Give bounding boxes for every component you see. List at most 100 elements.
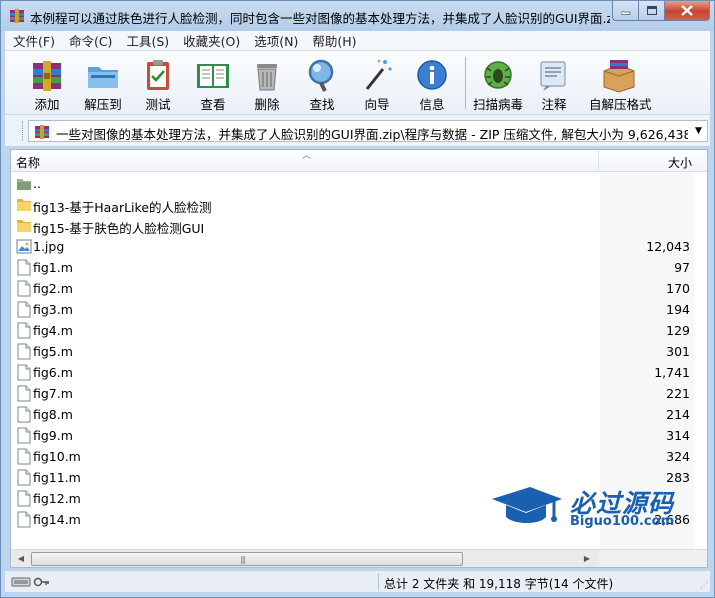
test-clipboard-icon [147,60,169,90]
extract-to-button[interactable]: 解压到 [75,55,131,113]
file-size: 194 [666,302,690,317]
column-name-header[interactable]: 名称 ︿ [11,150,599,172]
view-button[interactable]: 查看 [185,55,241,113]
wizard-label: 向导 [364,97,390,112]
resize-grip-icon[interactable]: ⋰ [700,581,708,590]
sfx-button[interactable]: 自解压格式 [589,55,652,113]
title-bar[interactable]: 本例程可以通过肤色进行人脸检测，同时包含一些对图像的基本处理方法，并集成了人脸识… [1,1,714,31]
file-name: fig8.m [33,407,73,422]
file-size: 1,741 [654,365,690,380]
test-label: 测试 [145,97,171,112]
parent-folder-icon [16,175,32,192]
file-icon [16,364,32,381]
menu-help[interactable]: 帮助(H) [304,31,362,50]
extract-to-label: 解压到 [84,97,122,112]
winrar-archive-icon [10,9,24,23]
file-row[interactable]: fig13-基于HaarLike的人脸检测 [11,194,707,215]
file-icon [16,448,32,465]
file-size: 324 [666,449,690,464]
file-row[interactable]: fig2.m 170 [11,278,707,299]
file-size: 301 [666,344,690,359]
delete-button[interactable]: 删除 [239,55,295,113]
file-icon [16,406,32,423]
file-size: 129 [666,323,690,338]
winrar-window: 本例程可以通过肤色进行人脸检测，同时包含一些对图像的基本处理方法，并集成了人脸识… [0,0,715,598]
window-title: 本例程可以通过肤色进行人脸检测，同时包含一些对图像的基本处理方法，并集成了人脸识… [30,11,610,26]
file-row[interactable]: fig15-基于肤色的人脸检测GUI [11,215,707,236]
menu-file[interactable]: 文件(F) [5,31,61,50]
close-button[interactable] [664,1,710,21]
add-label: 添加 [34,97,60,112]
view-book-icon [197,64,229,88]
file-row[interactable]: fig6.m 1,741 [11,362,707,383]
winrar-archive-icon [35,125,49,139]
comment-button[interactable]: 注释 [526,55,582,113]
file-row[interactable]: fig7.m 221 [11,383,707,404]
add-button[interactable]: 添加 [19,55,75,113]
file-name: fig15-基于肤色的人脸检测GUI [33,221,205,236]
file-row[interactable]: fig1.m 97 [11,257,707,278]
file-row[interactable]: fig5.m 301 [11,341,707,362]
file-name: fig10.m [33,449,81,464]
minimize-icon [620,11,630,15]
file-row[interactable]: fig3.m 194 [11,299,707,320]
menu-options[interactable]: 选项(N) [246,31,304,50]
scroll-right-icon[interactable]: ▶ [579,551,595,566]
address-combobox[interactable]: 一些对图像的基本处理方法，并集成了人脸识别的GUI界面.zip\程序与数据 - … [28,120,708,142]
graduation-cap-icon [492,487,562,523]
view-label: 查看 [200,97,226,112]
chevron-down-icon[interactable]: ▼ [695,127,704,136]
folder-icon [16,196,32,213]
add-archive-icon [33,61,61,91]
file-row[interactable]: fig9.m 314 [11,425,707,446]
maximize-button[interactable] [638,1,665,21]
delete-label: 删除 [254,97,280,112]
watermark-en: Biguo100.com [570,514,675,529]
file-row[interactable]: fig8.m 214 [11,404,707,425]
file-row[interactable]: .. [11,173,707,194]
comment-label: 注释 [541,97,567,112]
scroll-left-icon[interactable]: ◀ [13,551,29,566]
column-header: 名称 ︿ 大小 [11,150,707,172]
file-row[interactable]: fig10.m 324 [11,446,707,467]
file-name: fig11.m [33,470,81,485]
horizontal-scrollbar[interactable]: ◀ ||| ▶ [11,549,707,567]
virus-scan-icon [484,61,512,89]
file-icon [16,280,32,297]
drive-key-icon [11,577,49,587]
menu-favorites[interactable]: 收藏夹(O) [175,31,246,50]
file-icon [16,301,32,318]
info-label: 信息 [419,97,445,112]
file-name: fig1.m [33,260,73,275]
find-button[interactable]: 查找 [294,55,350,113]
extract-folder-icon [88,67,118,88]
wizard-button[interactable]: 向导 [349,55,405,113]
file-size: 12,043 [646,239,690,254]
menu-command[interactable]: 命令(C) [61,31,118,50]
file-name: fig2.m [33,281,73,296]
minimize-button[interactable] [612,1,639,21]
info-button[interactable]: 信息 [404,55,460,113]
file-row[interactable]: 1.jpg 12,043 [11,236,707,257]
test-button[interactable]: 测试 [130,55,186,113]
scroll-thumb[interactable]: ||| [31,552,463,566]
file-icon [16,427,32,444]
sfx-box-icon [603,60,635,93]
file-icon [16,343,32,360]
file-size: 214 [666,407,690,422]
file-size: 314 [666,428,690,443]
status-bar: 总计 2 文件夹 和 19,118 字节(14 个文件) ⋰ [5,570,710,592]
find-magnifier-icon [308,59,334,92]
file-row[interactable]: fig4.m 129 [11,320,707,341]
folder-icon [16,217,32,234]
scan-virus-button[interactable]: 扫描病毒 [470,55,526,113]
column-size-header[interactable]: 大小 [600,150,694,172]
sfx-label: 自解压格式 [589,97,652,112]
trash-icon [257,64,277,91]
file-name: fig9.m [33,428,73,443]
comment-icon [540,61,566,91]
file-name: .. [33,176,41,191]
menu-tools[interactable]: 工具(S) [118,31,175,50]
close-icon [681,5,693,16]
file-icon [16,259,32,276]
